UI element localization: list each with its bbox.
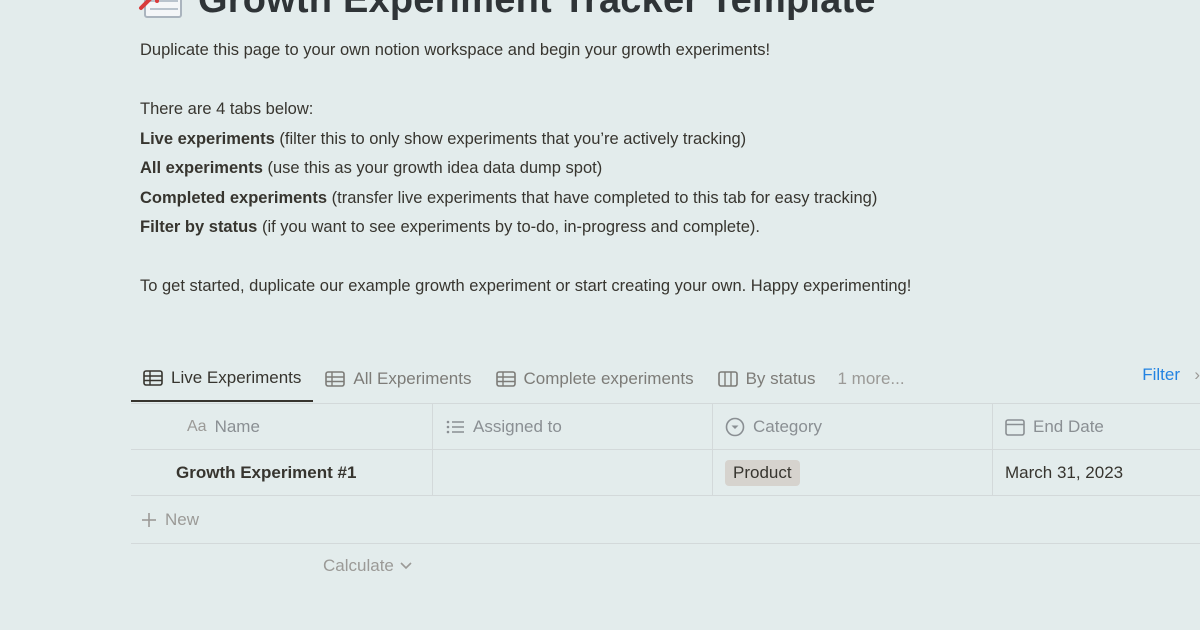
table-icon [495, 371, 516, 387]
spreadsheet-arrow-icon[interactable] [138, 0, 184, 22]
calendar-icon [1005, 418, 1025, 436]
notion-page: Growth Experiment Tracker Template Dupli… [0, 0, 1200, 630]
page-title[interactable]: Growth Experiment Tracker Template [198, 0, 876, 22]
database-view-tabs: Live Experiments All Experiments Complet… [131, 354, 1200, 404]
tab-all-experiments[interactable]: All Experiments [313, 356, 483, 402]
table-header-row: Aa Name Assigned to Category End Date [131, 404, 1200, 450]
tab-more-button[interactable]: 1 more... [828, 369, 915, 389]
text-aa-icon: Aa [187, 417, 207, 435]
new-row-button[interactable]: New [131, 496, 1200, 544]
row-category-cell[interactable]: Product [713, 450, 993, 495]
intro-item-live: Live experiments (filter this to only sh… [140, 129, 747, 148]
plus-icon [142, 512, 156, 527]
column-header-end-date[interactable]: End Date [993, 404, 1200, 449]
intro-line: There are 4 tabs below: [140, 100, 314, 118]
column-header-category[interactable]: Category [713, 404, 993, 449]
row-end-date-cell[interactable]: March 31, 2023 [993, 450, 1200, 495]
intro-item-completed: Completed experiments (transfer live exp… [140, 188, 878, 207]
filter-button[interactable]: Filter [1142, 365, 1180, 385]
row-name-cell[interactable]: Growth Experiment #1 [131, 450, 433, 495]
database-table: Aa Name Assigned to Category End Date Gr… [131, 404, 1200, 544]
intro-item-all: All experiments (use this as your growth… [140, 159, 603, 177]
page-header: Growth Experiment Tracker Template [138, 0, 876, 22]
intro-item-filter: Filter by status (if you want to see exp… [140, 218, 760, 236]
category-tag: Product [725, 459, 800, 486]
column-header-assigned-to[interactable]: Assigned to [433, 404, 713, 449]
intro-text: Duplicate this page to your own notion w… [140, 36, 1140, 302]
tab-live-experiments[interactable]: Live Experiments [131, 356, 314, 402]
intro-closing: To get started, duplicate our example gr… [140, 277, 912, 295]
column-header-name[interactable]: Aa Name [131, 404, 433, 449]
list-icon [446, 420, 464, 433]
sort-icon[interactable]: › [1194, 365, 1200, 385]
calculate-button[interactable]: Calculate [323, 556, 412, 576]
tab-by-status[interactable]: By status [706, 356, 828, 402]
row-assigned-cell[interactable] [433, 450, 713, 495]
intro-line: Duplicate this page to your own notion w… [140, 41, 771, 59]
table-row[interactable]: Growth Experiment #1 Product March 31, 2… [131, 450, 1200, 496]
table-icon [143, 370, 163, 386]
table-icon [325, 371, 346, 387]
board-icon [717, 371, 738, 387]
select-circle-icon [725, 417, 745, 436]
tab-complete-experiments[interactable]: Complete experiments [484, 356, 706, 402]
chevron-down-icon [400, 562, 412, 570]
